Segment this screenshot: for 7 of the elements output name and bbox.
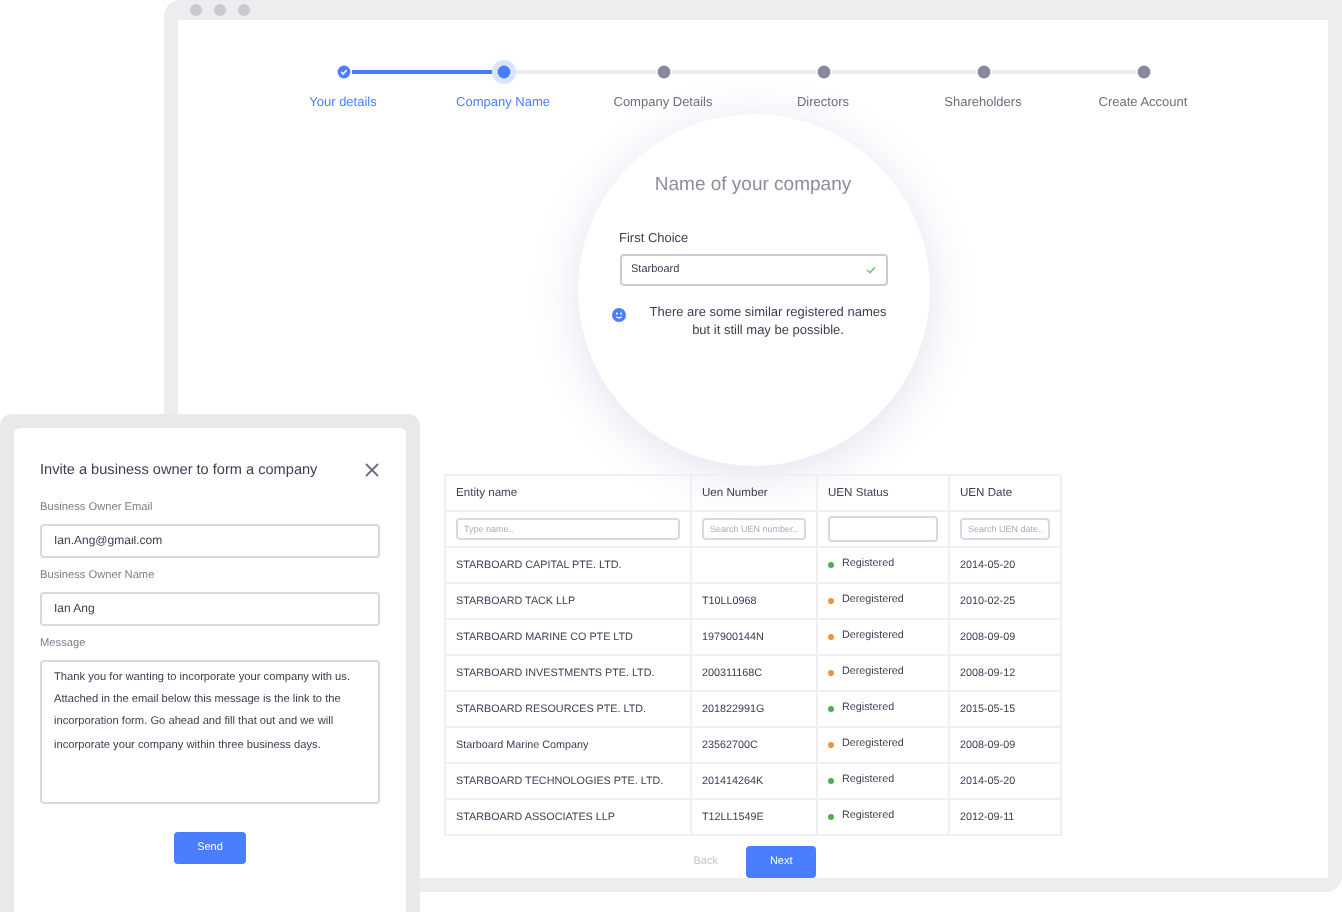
window-dot [190,4,202,16]
step-connector [351,70,495,74]
window-dot [214,4,226,16]
window-dot [238,4,250,16]
close-icon[interactable] [364,461,380,477]
smiley-icon [611,308,625,322]
section-title: Name of your company [654,174,852,196]
